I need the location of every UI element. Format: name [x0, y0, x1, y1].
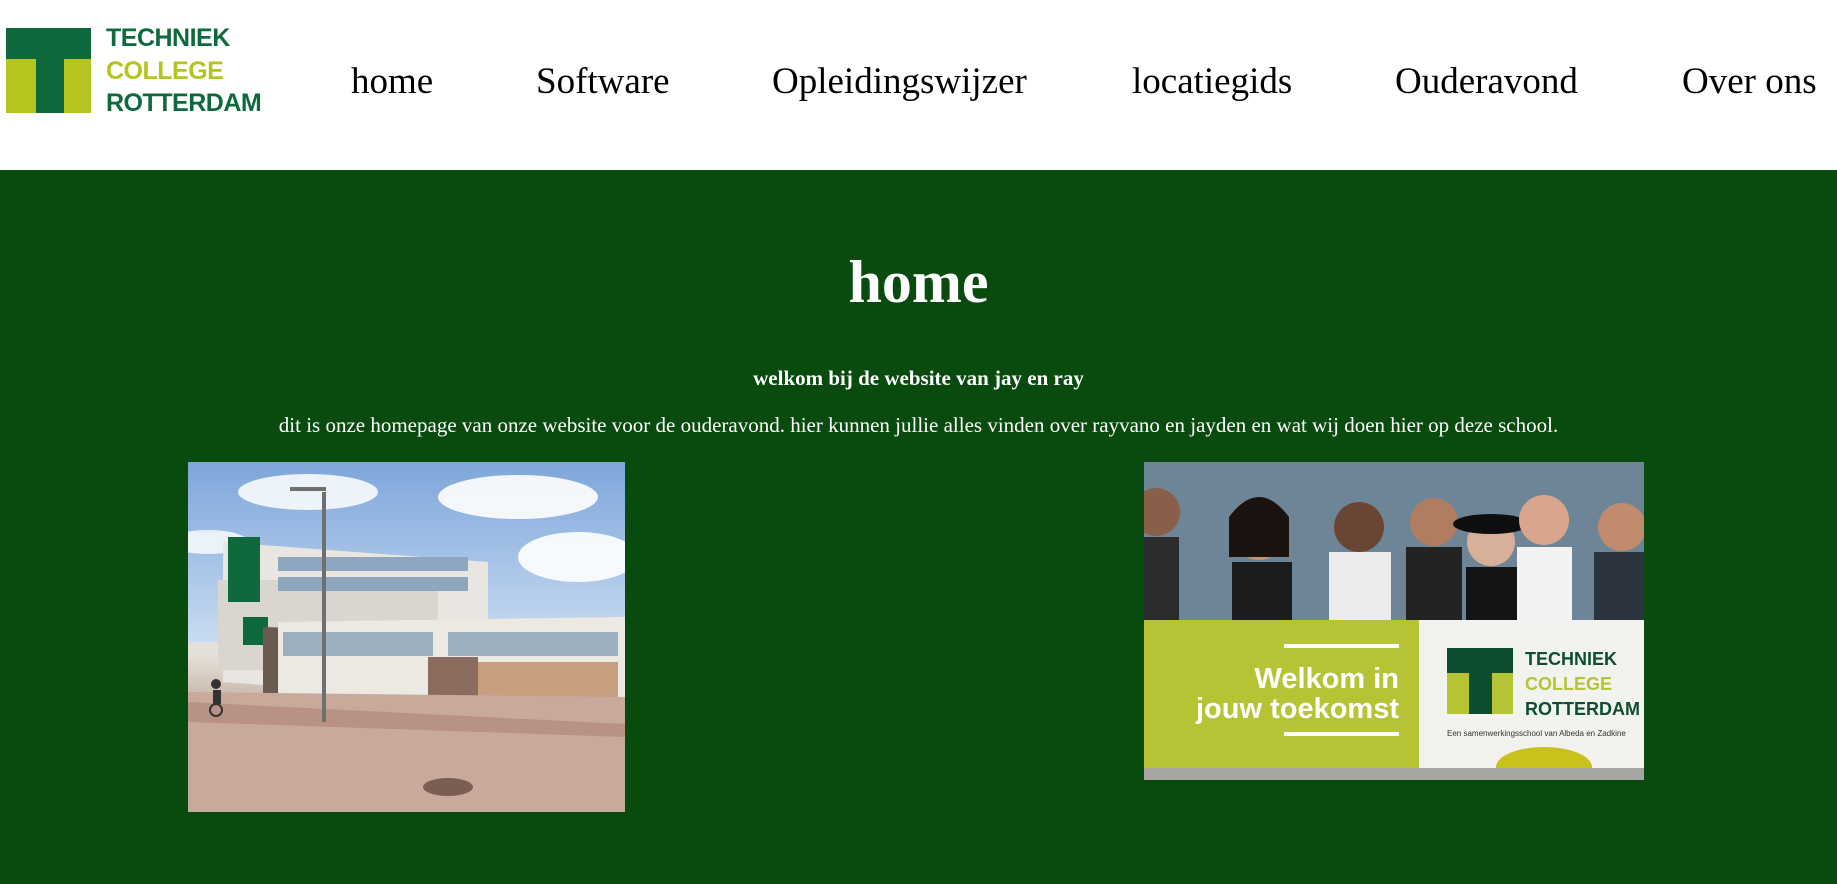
site-header: TECHNIEK COLLEGE ROTTERDAM home Software… [0, 0, 1837, 170]
nav-software[interactable]: Software [536, 60, 670, 103]
welcome-caption: Een samenwerkingsschool van Albeda en Za… [1447, 729, 1626, 738]
welcome-students-image: Welkom in jouw toekomst TECHNIEK COLLEGE… [1144, 462, 1644, 780]
page-title: home [848, 249, 989, 315]
main-nav: home Software Opleidingswijzer locatiegi… [0, 60, 1837, 110]
nav-home[interactable]: home [351, 60, 433, 103]
nav-locatiegids[interactable]: locatiegids [1132, 60, 1292, 103]
welcome-logo-line3: ROTTERDAM [1525, 699, 1640, 719]
logo-word-techniek: TECHNIEK [106, 24, 230, 52]
welcome-banner-line2: jouw toekomst [1195, 693, 1399, 725]
nav-over-ons[interactable]: Over ons [1682, 60, 1817, 103]
welcome-banner-line1: Welkom in [1255, 663, 1400, 695]
school-building-image [188, 462, 625, 812]
nav-opleidingswijzer[interactable]: Opleidingswijzer [772, 60, 1027, 103]
intro-text: dit is onze homepage van onze website vo… [278, 413, 1559, 437]
welcome-logo-line2: COLLEGE [1525, 674, 1612, 694]
nav-ouderavond[interactable]: Ouderavond [1395, 60, 1578, 103]
welcome-logo-line1: TECHNIEK [1525, 649, 1617, 669]
main-content: home welkom bij de website van jay en ra… [0, 170, 1837, 884]
welcome-subtitle: welkom bij de website van jay en ray [753, 366, 1084, 390]
